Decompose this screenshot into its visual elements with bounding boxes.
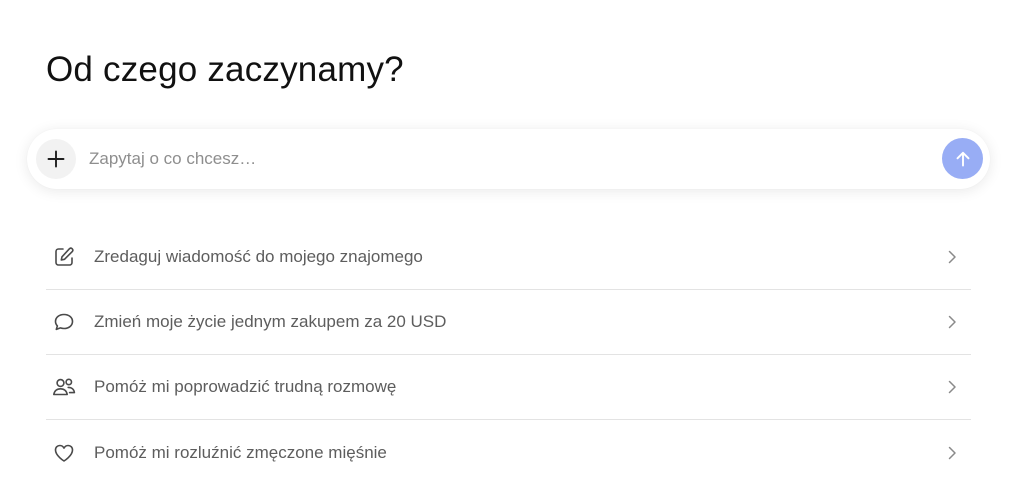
plus-icon bbox=[47, 150, 65, 168]
chevron-right-icon bbox=[948, 446, 956, 459]
page-title: Od czego zaczynamy? bbox=[46, 50, 404, 89]
people-icon bbox=[51, 374, 77, 400]
prompt-composer bbox=[27, 129, 990, 189]
suggestion-label: Pomóż mi rozluźnić zmęczone mięśnie bbox=[94, 442, 387, 462]
suggestion-list: Zredaguj wiadomość do mojego znajomego Z… bbox=[46, 225, 971, 485]
page: Od czego zaczynamy? Zredaguj wiadomość d… bbox=[0, 0, 1024, 504]
send-button[interactable] bbox=[942, 138, 983, 179]
suggestion-item[interactable]: Pomóż mi rozluźnić zmęczone mięśnie bbox=[46, 420, 971, 485]
suggestion-label: Pomóż mi poprowadzić trudną rozmowę bbox=[94, 377, 397, 396]
attach-button[interactable] bbox=[36, 139, 76, 179]
speech-bubble-icon bbox=[51, 309, 77, 335]
prompt-input[interactable] bbox=[89, 143, 929, 175]
arrow-up-icon bbox=[956, 151, 969, 166]
chevron-right-icon bbox=[948, 250, 956, 264]
chevron-right-icon bbox=[948, 380, 956, 394]
suggestion-label: Zredaguj wiadomość do mojego znajomego bbox=[94, 247, 423, 266]
chevron-right-icon bbox=[948, 315, 956, 329]
pencil-square-icon bbox=[51, 244, 77, 270]
suggestion-label: Zmień moje życie jednym zakupem za 20 US… bbox=[94, 312, 447, 331]
suggestion-item[interactable]: Pomóż mi poprowadzić trudną rozmowę bbox=[46, 355, 971, 420]
heart-icon bbox=[51, 440, 77, 466]
suggestion-item[interactable]: Zredaguj wiadomość do mojego znajomego bbox=[46, 225, 971, 290]
suggestion-item[interactable]: Zmień moje życie jednym zakupem za 20 US… bbox=[46, 290, 971, 355]
